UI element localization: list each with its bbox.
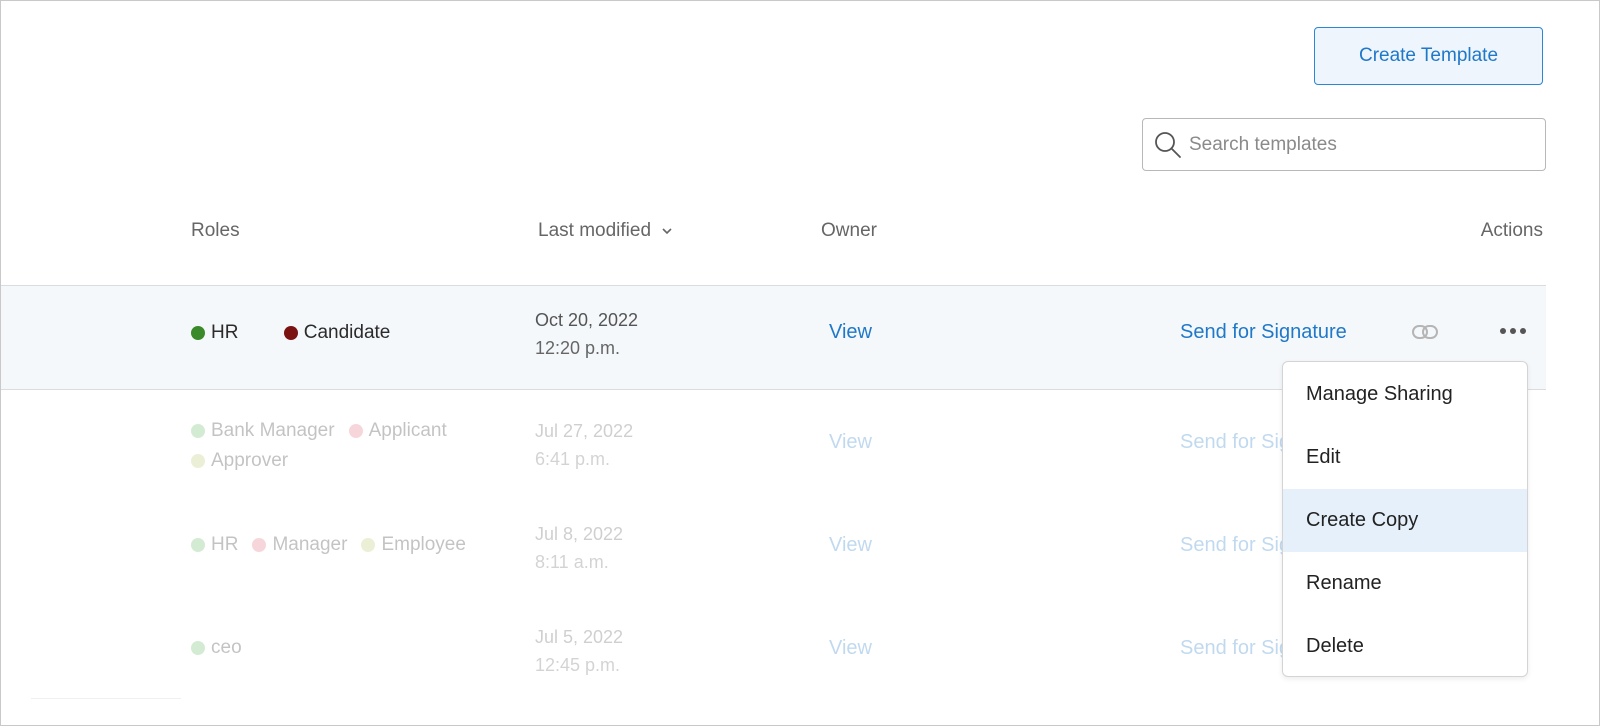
role-label: Employee — [381, 534, 466, 555]
role-tag: ceo — [191, 637, 242, 659]
role-label: HR — [211, 534, 239, 555]
time-text: 12:45 p.m. — [535, 655, 621, 675]
date-cell: Jul 5, 2022 12:45 p.m. — [535, 623, 623, 679]
menu-item-manage-sharing[interactable]: Manage Sharing — [1283, 363, 1527, 426]
menu-item-rename[interactable]: Rename — [1283, 552, 1527, 615]
time-text: 8:11 a.m. — [535, 552, 609, 572]
role-tag: Candidate — [283, 322, 391, 344]
role-dot — [191, 454, 205, 468]
date-text: Jul 8, 2022 — [535, 524, 624, 544]
send-for-signature-link[interactable]: Send for Sig — [1180, 534, 1290, 557]
search-input[interactable] — [1187, 119, 1531, 171]
role-label: Approver — [211, 450, 289, 471]
column-header-actions: Actions — [1480, 220, 1543, 241]
role-tag: Manager — [252, 534, 347, 556]
link-icon[interactable] — [1411, 323, 1439, 341]
role-tag: Applicant — [348, 417, 447, 445]
send-for-signature-link[interactable]: Send for Signature — [1180, 321, 1347, 344]
roles-cell: ceo — [191, 637, 511, 661]
more-horizontal-icon[interactable] — [1499, 327, 1527, 335]
search-box[interactable] — [1142, 118, 1546, 171]
date-cell: Jul 27, 2022 6:41 p.m. — [535, 417, 633, 473]
role-dot — [191, 641, 205, 655]
footer-divider — [31, 698, 181, 699]
role-dot — [348, 424, 363, 438]
role-dot — [252, 538, 267, 552]
owner-view-link[interactable]: View — [829, 637, 872, 660]
send-for-signature-link[interactable]: Send for Sig — [1180, 637, 1290, 660]
column-header-roles: Roles — [191, 220, 240, 241]
owner-view-link[interactable]: View — [829, 431, 872, 454]
role-dot — [191, 326, 205, 340]
role-tag: HR — [191, 322, 238, 344]
menu-item-create-copy[interactable]: Create Copy — [1283, 489, 1527, 552]
chevron-down-icon — [662, 228, 672, 235]
owner-view-link[interactable]: View — [829, 321, 872, 344]
roles-cell: Bank Manager Applicant Approver — [191, 417, 511, 477]
time-text: 6:41 p.m. — [535, 449, 611, 469]
actions-menu: Manage Sharing Edit Create Copy Rename D… — [1282, 361, 1528, 677]
date-text: Jul 27, 2022 — [535, 421, 634, 441]
role-label: Manager — [272, 534, 348, 555]
send-for-signature-link[interactable]: Send for Sig — [1180, 431, 1290, 454]
column-header-owner: Owner — [821, 220, 877, 241]
role-label: ceo — [211, 637, 242, 658]
role-label: Applicant — [368, 420, 447, 441]
column-header-last-modified[interactable]: Last modified — [538, 220, 673, 242]
role-dot — [283, 326, 298, 340]
role-label: Candidate — [303, 322, 391, 343]
templates-page: Create Template Roles Last modified Owne… — [0, 0, 1600, 726]
role-label: Bank Manager — [211, 420, 335, 441]
role-dot — [191, 538, 205, 552]
menu-item-edit[interactable]: Edit — [1283, 426, 1527, 489]
role-tag: Bank Manager — [191, 417, 335, 445]
role-dot — [361, 538, 376, 552]
role-label: HR — [211, 322, 239, 343]
role-tag: Approver — [191, 447, 288, 475]
search-icon — [1155, 132, 1181, 158]
date-text: Jul 5, 2022 — [535, 627, 624, 647]
date-cell: Jul 8, 2022 8:11 a.m. — [535, 520, 623, 576]
date-cell: Oct 20, 2022 12:20 p.m. — [535, 306, 638, 362]
role-tag: HR — [191, 534, 238, 556]
date-text: Oct 20, 2022 — [535, 310, 639, 330]
roles-cell: HR Candidate — [191, 322, 511, 346]
owner-view-link[interactable]: View — [829, 534, 872, 557]
time-text: 12:20 p.m. — [535, 338, 621, 358]
menu-item-delete[interactable]: Delete — [1283, 615, 1527, 676]
column-header-last-modified-label: Last modified — [538, 220, 652, 241]
create-template-button[interactable]: Create Template — [1314, 27, 1543, 85]
role-dot — [191, 424, 205, 438]
role-tag: Employee — [361, 534, 466, 556]
roles-cell: HR Manager Employee — [191, 534, 511, 558]
